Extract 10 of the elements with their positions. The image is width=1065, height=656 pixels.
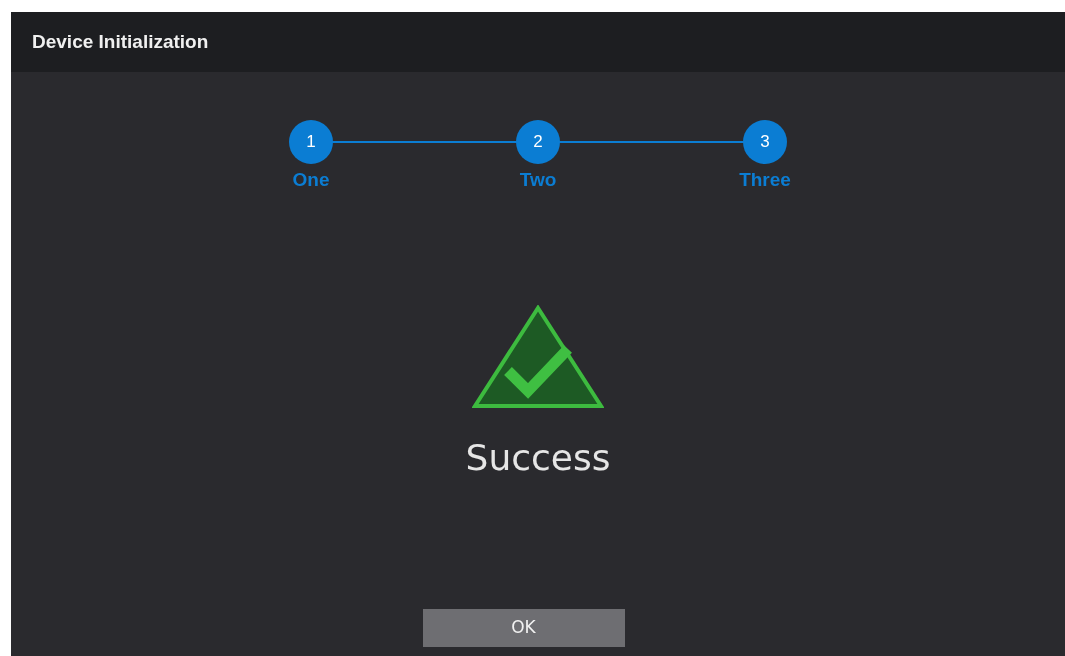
check-triangle-icon bbox=[472, 304, 604, 409]
step-label: Three bbox=[739, 168, 791, 192]
step-circle: 3 bbox=[743, 120, 787, 164]
step-circle: 2 bbox=[516, 120, 560, 164]
step-label: One bbox=[292, 168, 330, 192]
ok-button[interactable]: OK bbox=[422, 609, 625, 647]
status-message: Success bbox=[465, 435, 611, 480]
step-label: Two bbox=[519, 168, 557, 192]
step-circle: 1 bbox=[289, 120, 333, 164]
window-title: Device Initialization bbox=[32, 29, 209, 54]
